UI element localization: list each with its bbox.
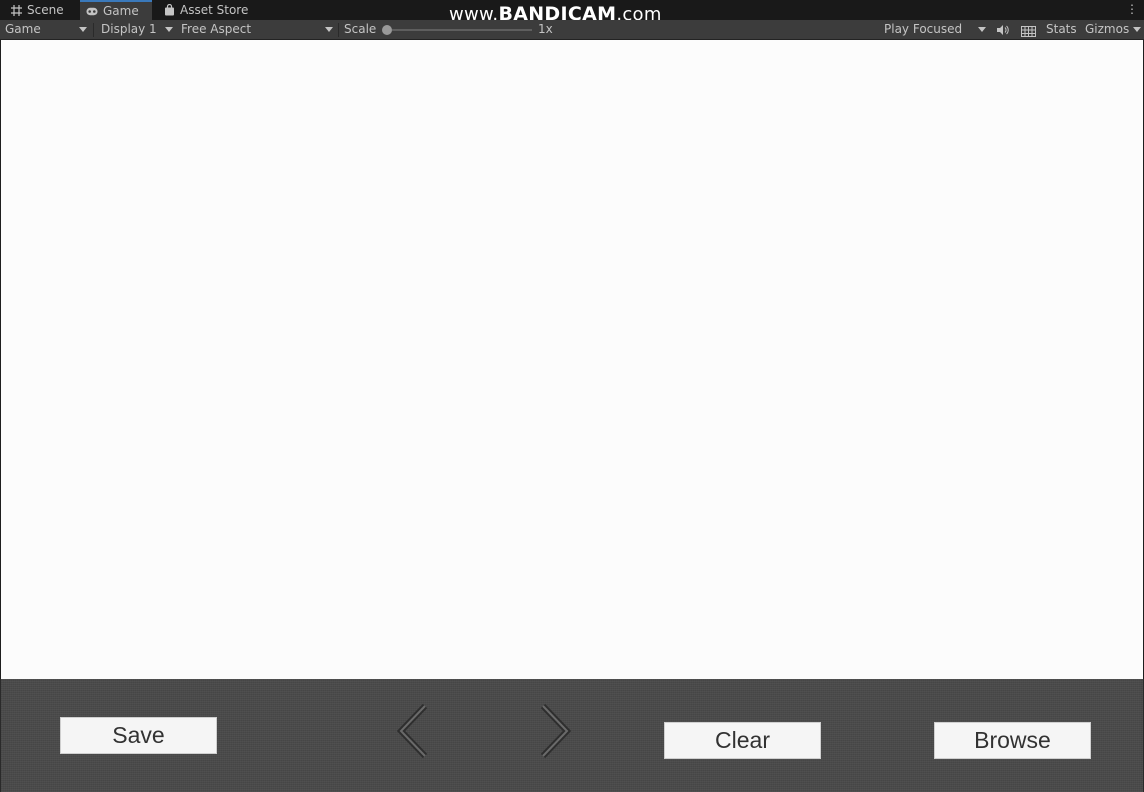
chevron-down-icon (978, 27, 986, 32)
tab-asset-store-label: Asset Store (180, 3, 249, 17)
scale-label: Scale (344, 22, 377, 36)
save-button[interactable]: Save (60, 717, 217, 754)
tab-scene[interactable]: Scene (4, 0, 70, 20)
scale-slider-track[interactable] (392, 29, 532, 31)
play-mode-label: Play Focused (884, 22, 963, 36)
gamepad-icon (86, 5, 98, 17)
keyboard-grid-icon[interactable] (1021, 24, 1036, 37)
chevron-down-icon (165, 27, 173, 32)
more-options-icon[interactable]: ⋮ (1126, 2, 1138, 16)
tab-bar: Scene Game Asset Store www.BANDICAM.com … (0, 0, 1144, 25)
chevron-down-icon (79, 27, 87, 32)
previous-button[interactable] (393, 703, 433, 759)
clear-button[interactable]: Clear (664, 722, 821, 759)
stats-button[interactable]: Stats (1046, 20, 1077, 39)
game-view-toolbar: Game Display 1 Free Aspect Scale 1x Play… (0, 20, 1144, 40)
browse-button[interactable]: Browse (934, 722, 1091, 759)
aspect-label: Free Aspect (181, 22, 252, 36)
game-viewport[interactable] (1, 40, 1143, 679)
gizmos-label: Gizmos (1085, 22, 1130, 36)
scale-value: 1x (538, 22, 553, 36)
chevron-down-icon (1133, 27, 1141, 32)
store-bag-icon (163, 4, 175, 16)
bottom-controls-panel: Save Clear Browse (0, 679, 1144, 792)
scale-slider-handle[interactable] (382, 25, 392, 35)
view-mode-label: Game (5, 22, 41, 36)
tab-scene-label: Scene (27, 3, 64, 17)
unity-game-window: Scene Game Asset Store www.BANDICAM.com … (0, 0, 1144, 792)
tab-game-label: Game (103, 4, 139, 18)
grid-icon (10, 4, 22, 16)
speaker-icon[interactable] (996, 23, 1009, 37)
toolbar-divider (338, 23, 339, 37)
chevron-down-icon (325, 27, 333, 32)
tab-game[interactable]: Game (80, 0, 152, 20)
chevron-left-icon (396, 703, 428, 759)
display-label: Display 1 (101, 22, 157, 36)
toolbar-divider (93, 23, 94, 37)
chevron-right-icon (540, 703, 572, 759)
next-button[interactable] (535, 703, 575, 759)
tab-asset-store[interactable]: Asset Store (157, 0, 254, 20)
